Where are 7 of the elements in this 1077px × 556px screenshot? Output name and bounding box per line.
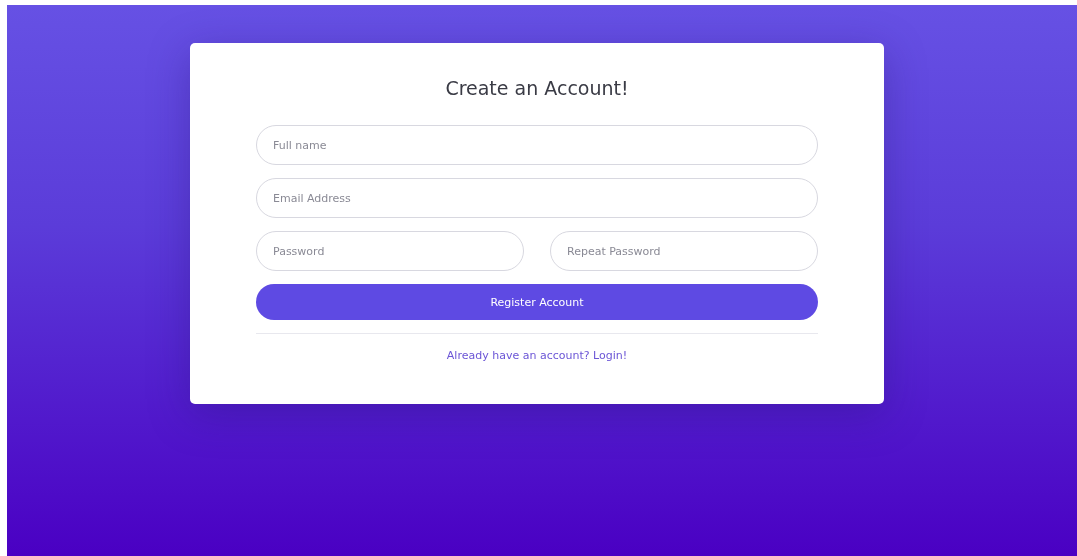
card-title: Create an Account! [444, 76, 630, 101]
password-field[interactable]: Password [256, 231, 524, 271]
input-field[interactable]: Email Address [256, 178, 818, 218]
register-button[interactable]: Register Account [256, 284, 818, 320]
password-field[interactable]: Repeat Password [550, 231, 818, 271]
input-field[interactable]: Full name [256, 125, 818, 165]
login-link[interactable]: Already have an account? Login! [446, 349, 628, 362]
